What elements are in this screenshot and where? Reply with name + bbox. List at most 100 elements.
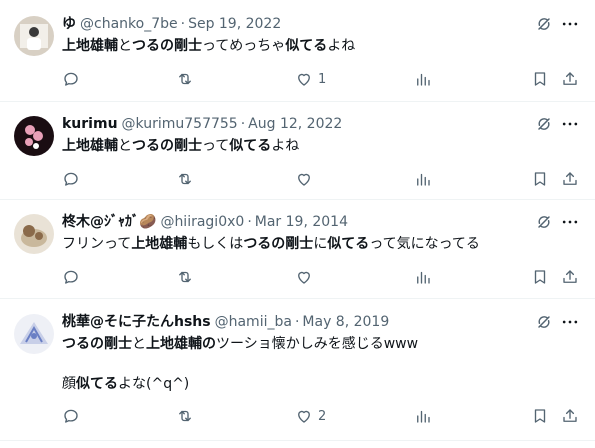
- bookmark-button[interactable]: [531, 406, 549, 426]
- avatar[interactable]: [14, 314, 54, 354]
- heart-icon: [295, 407, 313, 425]
- separator-dot: ·: [247, 214, 252, 230]
- display-name[interactable]: ゆ: [62, 16, 76, 32]
- like-button[interactable]: 2: [295, 406, 326, 426]
- text-segment: よね: [271, 138, 300, 154]
- views-button[interactable]: [414, 406, 432, 426]
- tweet-divider: [0, 199, 595, 200]
- tweet-text: 上地雄輔とつるの剛士って似てるよね: [62, 136, 299, 156]
- share-icon: [561, 268, 579, 286]
- user-handle[interactable]: @chanko_7be: [80, 16, 178, 32]
- highlighted-term: つるの剛士: [132, 38, 202, 54]
- views-button[interactable]: [414, 267, 432, 287]
- highlighted-term: つるの剛士: [132, 138, 202, 154]
- more-dots-icon[interactable]: [560, 212, 580, 232]
- share-icon: [561, 70, 579, 88]
- tweet-date[interactable]: May 8, 2019: [302, 314, 389, 330]
- text-segment: と: [118, 38, 132, 54]
- tweet-text: 上地雄輔とつるの剛士ってめっちゃ似てるよね: [62, 36, 355, 56]
- tweet-header: 桃華@そに子たんhshs @hamii_ba · May 8, 2019: [62, 312, 389, 332]
- highlighted-term: 似てる: [327, 236, 370, 252]
- tweet-text: フリンって上地雄輔もしくはつるの剛士に似てるって気になってる: [62, 234, 480, 254]
- retweet-icon: [176, 407, 194, 425]
- tweet-date[interactable]: Aug 12, 2022: [248, 116, 342, 132]
- user-handle[interactable]: @hamii_ba: [215, 314, 292, 330]
- tweet-actions: 1: [62, 69, 582, 89]
- tweet-text-line: [62, 354, 418, 374]
- bookmark-button[interactable]: [531, 267, 549, 287]
- views-chart-icon: [414, 407, 432, 425]
- share-button[interactable]: [561, 406, 579, 426]
- like-count: 2: [318, 408, 327, 424]
- like-count: 1: [318, 71, 327, 87]
- reply-button[interactable]: [62, 69, 80, 89]
- views-button[interactable]: [414, 69, 432, 89]
- highlighted-term: 似てる: [76, 376, 118, 392]
- share-button[interactable]: [561, 267, 579, 287]
- highlighted-term: 上地雄輔: [62, 38, 118, 54]
- bookmark-button[interactable]: [531, 69, 549, 89]
- user-handle[interactable]: @hiiragi0x0: [160, 214, 244, 230]
- more-dots-icon[interactable]: [560, 114, 580, 134]
- reply-button[interactable]: [62, 169, 80, 189]
- more-dots-icon[interactable]: [560, 14, 580, 34]
- tweet-header: 柊木@ｼﾞｬｶﾞ🥔 @hiiragi0x0 · Mar 19, 2014: [62, 212, 348, 232]
- text-segment: って気になってる: [369, 236, 480, 252]
- retweet-button[interactable]: [176, 69, 194, 89]
- avatar[interactable]: [14, 16, 54, 56]
- tweet-date[interactable]: Sep 19, 2022: [188, 16, 281, 32]
- display-name[interactable]: 桃華@そに子たんhshs: [62, 314, 211, 330]
- heart-icon: [295, 170, 313, 188]
- tweet-divider: [0, 298, 595, 299]
- grok-slash-icon[interactable]: [534, 114, 554, 134]
- bookmark-button[interactable]: [531, 169, 549, 189]
- reply-icon: [62, 407, 80, 425]
- share-button[interactable]: [561, 169, 579, 189]
- grok-slash-icon[interactable]: [534, 312, 554, 332]
- more-dots-icon[interactable]: [560, 312, 580, 332]
- highlighted-term: 上地雄輔の: [146, 336, 216, 352]
- retweet-icon: [176, 170, 194, 188]
- tweet-text: つるの剛士と上地雄輔のツーショ懐かしみを感じるwww 顔似てるよな(^q^): [62, 334, 418, 394]
- tweet-actions: 2: [62, 406, 582, 426]
- text-segment: と: [132, 336, 146, 352]
- text-segment: フリンって: [62, 236, 132, 252]
- retweet-icon: [176, 268, 194, 286]
- tweet-text-line: フリンって上地雄輔もしくはつるの剛士に似てるって気になってる: [62, 234, 480, 254]
- like-button[interactable]: 1: [295, 69, 326, 89]
- retweet-button[interactable]: [176, 406, 194, 426]
- heart-icon: [295, 70, 313, 88]
- reply-icon: [62, 268, 80, 286]
- highlighted-term: 似てる: [285, 38, 328, 54]
- reply-button[interactable]: [62, 267, 80, 287]
- share-icon: [561, 170, 579, 188]
- reply-button[interactable]: [62, 406, 80, 426]
- display-name[interactable]: 柊木@ｼﾞｬｶﾞ🥔: [62, 214, 156, 230]
- views-chart-icon: [414, 268, 432, 286]
- highlighted-term: 上地雄輔: [62, 138, 118, 154]
- highlighted-term: 似てる: [229, 138, 272, 154]
- tweet-date[interactable]: Mar 19, 2014: [255, 214, 348, 230]
- bookmark-icon: [531, 170, 549, 188]
- separator-dot: ·: [240, 116, 246, 132]
- reply-icon: [62, 70, 80, 88]
- heart-icon: [295, 268, 313, 286]
- grok-slash-icon[interactable]: [534, 14, 554, 34]
- grok-slash-icon[interactable]: [534, 212, 554, 232]
- tweet-header: ゆ @chanko_7be · Sep 19, 2022: [62, 14, 281, 34]
- like-button[interactable]: [295, 169, 318, 189]
- like-button[interactable]: [295, 267, 318, 287]
- text-segment: よな(^q^): [118, 376, 190, 392]
- share-icon: [561, 407, 579, 425]
- views-button[interactable]: [414, 169, 432, 189]
- avatar[interactable]: [14, 116, 54, 156]
- highlighted-term: 上地雄輔: [131, 236, 188, 252]
- user-handle[interactable]: @kurimu757755: [122, 116, 238, 132]
- bookmark-icon: [531, 268, 549, 286]
- avatar[interactable]: [14, 214, 54, 254]
- display-name[interactable]: kurimu: [62, 116, 118, 132]
- text-segment: もしくは: [187, 236, 244, 252]
- share-button[interactable]: [561, 69, 579, 89]
- retweet-button[interactable]: [176, 169, 194, 189]
- retweet-button[interactable]: [176, 267, 194, 287]
